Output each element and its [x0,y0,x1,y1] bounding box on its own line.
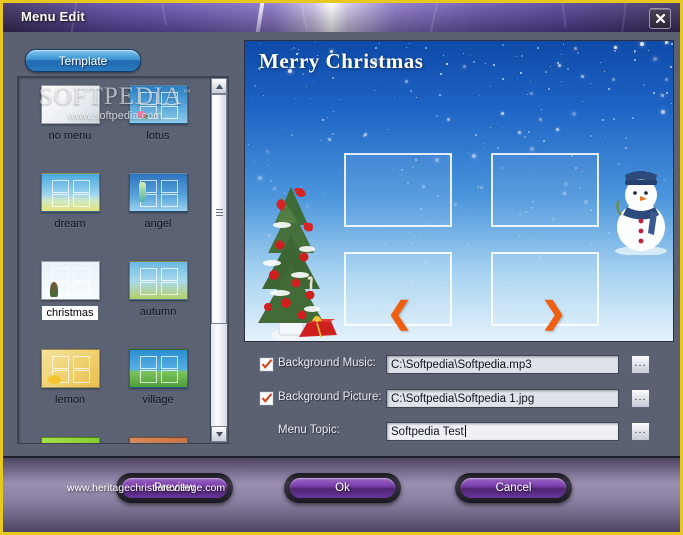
template-item-angel[interactable]: angel [114,173,202,230]
template-thumbnail [128,85,188,124]
template-thumbnail [40,349,100,388]
preview-thumbnail-frame[interactable] [491,153,599,227]
template-item-village[interactable]: village [114,349,202,406]
template-row: dream angel [18,173,212,259]
background-picture-checkbox[interactable] [259,391,274,406]
background-music-checkbox[interactable] [259,357,274,372]
background-music-label: Background Music: [278,357,376,369]
gift-box-image [299,316,337,338]
template-thumbnail [40,437,100,443]
preview-button-label: Preview [154,482,195,494]
menu-topic-label: Menu Topic: [278,424,340,436]
title-bar: Menu Edit [3,3,680,32]
scroll-up-button[interactable] [211,78,227,94]
template-item-label: angel [144,218,172,230]
checkmark-icon [261,359,273,369]
template-thumbnail [128,173,188,212]
thumbnail-frames-decoration [130,86,187,123]
scrollbar-track[interactable] [211,94,227,426]
scrollbar-thumb[interactable] [211,94,227,324]
thumbnail-frames-decoration [42,174,99,211]
template-item-label: christmas [42,306,98,320]
preview-title: Merry Christmas [259,49,424,73]
template-list-viewport: no menu lotus dream angel christmas autumn lem… [18,77,212,443]
template-item-label: lotus [146,130,170,142]
thumbnail-frames-decoration [42,350,99,387]
scroll-down-icon [215,431,223,437]
background-picture-label: Background Picture: [278,391,382,403]
template-item-label: autumn [139,306,177,318]
menu-topic-value: Softpedia Test [391,426,464,438]
template-item-dream[interactable]: dream [26,173,114,230]
cancel-button-label: Cancel [495,482,532,494]
template-thumbnail [40,261,100,300]
template-item-label: dream [54,218,86,230]
template-item-label: lemon [55,394,85,406]
lightning-decoration [255,3,265,32]
close-button[interactable] [649,8,671,29]
template-item-label: village [142,394,174,406]
template-item-autumn[interactable]: autumn [114,261,202,318]
lightning-decoration [300,3,308,29]
menu-edit-window: Menu Edit Template no menu lotus dream ange… [0,0,683,535]
menu-topic-browse-button[interactable]: ... [631,422,650,441]
template-item-unnamed[interactable] [26,437,114,443]
template-panel: Template no menu lotus dream angel christmas… [12,42,234,446]
ok-button-label: Ok [335,482,350,494]
template-item-lotus[interactable]: lotus [114,85,202,142]
close-icon [655,13,665,24]
template-thumbnail [40,85,100,124]
lightning-decoration [561,3,567,27]
background-music-browse-button[interactable]: ... [631,355,650,374]
thumbnail-frames-decoration [130,174,187,211]
thumbnail-frames-decoration [130,438,187,443]
scroll-down-button[interactable] [211,426,227,442]
menu-topic-input[interactable]: Softpedia Test [386,422,619,441]
scroll-up-icon [215,83,223,89]
template-thumbnail [128,437,188,443]
template-list: no menu lotus dream angel christmas autumn lem… [17,76,229,444]
template-row: christmas autumn [18,261,212,347]
template-item-christmas[interactable]: christmas [26,261,114,321]
template-thumbnail [128,261,188,300]
template-item-lemon[interactable]: lemon [26,349,114,406]
cancel-button[interactable]: Cancel [455,473,572,503]
background-picture-input[interactable]: C:\Softpedia\Softpedia 1.jpg [386,389,619,408]
lightning-decoration [161,3,167,25]
background-picture-browse-button[interactable]: ... [631,389,650,408]
window-title: Menu Edit [21,9,85,24]
template-row: no menu lotus [18,85,212,171]
next-page-arrow[interactable]: ❯ [541,299,566,329]
thumbnail-frames-decoration [42,438,99,443]
template-row: lemon village [18,349,212,435]
snowman-image [615,171,667,255]
lightning-decoration [621,3,627,32]
template-button[interactable]: Template [25,49,141,72]
template-scrollbar[interactable] [210,78,227,442]
template-thumbnail [40,173,100,212]
template-row [18,437,212,443]
menu-preview[interactable]: Merry Christmas ❮ ❯ [244,40,674,342]
template-item-unnamed[interactable] [114,437,202,443]
thumbnail-frames-decoration [130,350,187,387]
template-thumbnail [128,349,188,388]
footer-bar: Preview Ok Cancel www.heritagechristianc… [3,456,680,532]
preview-button[interactable]: Preview [116,473,233,503]
thumbnail-frames-decoration [130,262,187,299]
text-caret [464,425,466,437]
ok-button[interactable]: Ok [284,473,401,503]
previous-page-arrow[interactable]: ❮ [387,299,412,329]
background-music-input[interactable]: C:\Softpedia\Softpedia.mp3 [386,355,619,374]
preview-thumbnail-frame[interactable] [344,153,452,227]
lightning-decoration [429,3,439,32]
thumbnail-frames-decoration [42,262,99,299]
template-item-label: no menu [48,130,92,142]
template-button-label: Template [58,53,108,68]
checkmark-icon [261,393,273,403]
template-item-no-menu[interactable]: no menu [26,85,114,142]
